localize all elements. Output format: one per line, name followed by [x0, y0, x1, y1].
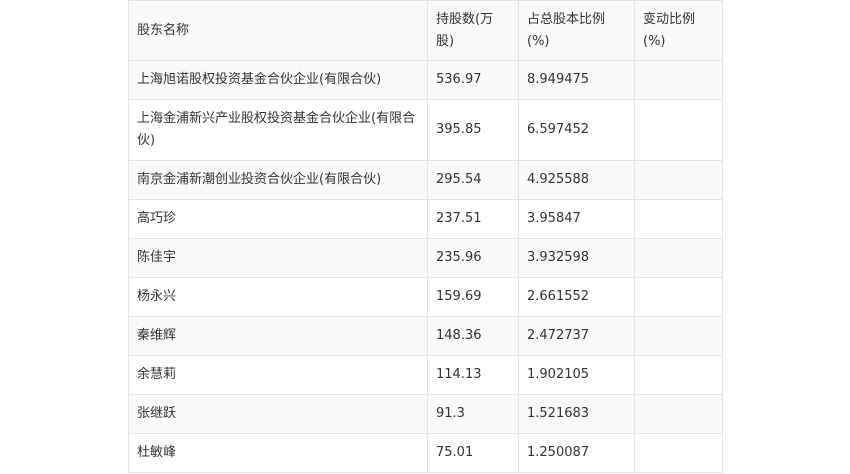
header-change-ratio: 变动比例(%): [634, 0, 723, 61]
cell-shares-held: 75.01: [427, 433, 519, 473]
cell-shares-held: 91.3: [427, 394, 519, 434]
table-row: 杜敏峰 75.01 1.250087: [128, 433, 723, 473]
cell-shares-held: 235.96: [427, 238, 519, 278]
cell-change-ratio: [634, 316, 723, 356]
cell-shares-held: 295.54: [427, 160, 519, 200]
cell-shareholder-name: 陈佳宇: [128, 238, 428, 278]
table-row: 张继跃 91.3 1.521683: [128, 394, 723, 434]
table-row: 陈佳宇 235.96 3.932598: [128, 238, 723, 278]
cell-share-ratio: 6.597452: [518, 99, 635, 161]
cell-shareholder-name: 秦维辉: [128, 316, 428, 356]
cell-change-ratio: [634, 394, 723, 434]
cell-change-ratio: [634, 238, 723, 278]
cell-shares-held: 159.69: [427, 277, 519, 317]
cell-share-ratio: 8.949475: [518, 60, 635, 100]
cell-shares-held: 536.97: [427, 60, 519, 100]
cell-shares-held: 148.36: [427, 316, 519, 356]
table-row: 南京金浦新潮创业投资合伙企业(有限合伙) 295.54 4.925588: [128, 160, 723, 200]
cell-shareholder-name: 上海金浦新兴产业股权投资基金合伙企业(有限合伙): [128, 99, 428, 161]
cell-shares-held: 114.13: [427, 355, 519, 395]
table-body: 上海旭诺股权投资基金合伙企业(有限合伙) 536.97 8.949475 上海金…: [128, 60, 723, 473]
table-row: 余慧莉 114.13 1.902105: [128, 355, 723, 395]
cell-share-ratio: 1.250087: [518, 433, 635, 473]
cell-shareholder-name: 高巧珍: [128, 199, 428, 239]
cell-shareholder-name: 杨永兴: [128, 277, 428, 317]
cell-shareholder-name: 上海旭诺股权投资基金合伙企业(有限合伙): [128, 60, 428, 100]
cell-share-ratio: 1.902105: [518, 355, 635, 395]
table-row: 秦维辉 148.36 2.472737: [128, 316, 723, 356]
cell-share-ratio: 2.661552: [518, 277, 635, 317]
cell-share-ratio: 2.472737: [518, 316, 635, 356]
table-row: 高巧珍 237.51 3.95847: [128, 199, 723, 239]
cell-shareholder-name: 余慧莉: [128, 355, 428, 395]
cell-shares-held: 237.51: [427, 199, 519, 239]
cell-change-ratio: [634, 199, 723, 239]
header-row: 股东名称 持股数(万股) 占总股本比例(%) 变动比例(%): [128, 0, 723, 61]
cell-shareholder-name: 南京金浦新潮创业投资合伙企业(有限合伙): [128, 160, 428, 200]
cell-share-ratio: 4.925588: [518, 160, 635, 200]
table-row: 杨永兴 159.69 2.661552: [128, 277, 723, 317]
shareholder-table: 股东名称 持股数(万股) 占总股本比例(%) 变动比例(%) 上海旭诺股权投资基…: [128, 0, 723, 473]
cell-share-ratio: 1.521683: [518, 394, 635, 434]
table-row: 上海旭诺股权投资基金合伙企业(有限合伙) 536.97 8.949475: [128, 60, 723, 100]
cell-share-ratio: 3.932598: [518, 238, 635, 278]
cell-change-ratio: [634, 355, 723, 395]
cell-share-ratio: 3.95847: [518, 199, 635, 239]
cell-change-ratio: [634, 277, 723, 317]
table-header: 股东名称 持股数(万股) 占总股本比例(%) 变动比例(%): [128, 0, 723, 61]
header-share-ratio: 占总股本比例(%): [518, 0, 635, 61]
table-row: 上海金浦新兴产业股权投资基金合伙企业(有限合伙) 395.85 6.597452: [128, 99, 723, 161]
cell-change-ratio: [634, 433, 723, 473]
cell-shareholder-name: 张继跃: [128, 394, 428, 434]
cell-shareholder-name: 杜敏峰: [128, 433, 428, 473]
header-shares-held: 持股数(万股): [427, 0, 519, 61]
shareholder-table-container: 股东名称 持股数(万股) 占总股本比例(%) 变动比例(%) 上海旭诺股权投资基…: [128, 0, 723, 473]
header-shareholder-name: 股东名称: [128, 0, 428, 61]
cell-shares-held: 395.85: [427, 99, 519, 161]
cell-change-ratio: [634, 160, 723, 200]
cell-change-ratio: [634, 99, 723, 161]
cell-change-ratio: [634, 60, 723, 100]
